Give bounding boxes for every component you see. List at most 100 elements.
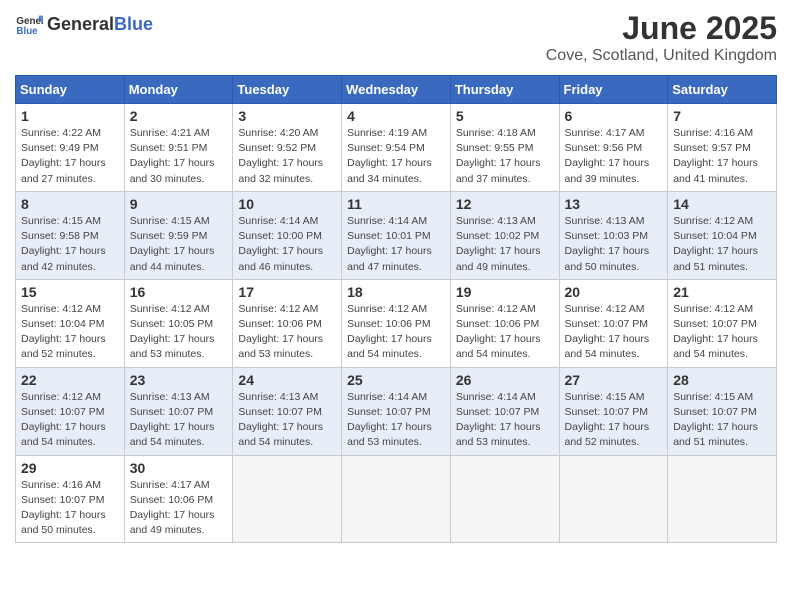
day-info: Sunrise: 4:16 AM Sunset: 9:57 PM Dayligh…	[673, 126, 771, 187]
day-info: Sunrise: 4:13 AM Sunset: 10:07 PM Daylig…	[130, 390, 228, 451]
day-number: 4	[347, 108, 445, 124]
day-info: Sunrise: 4:16 AM Sunset: 10:07 PM Daylig…	[21, 478, 119, 539]
day-number: 13	[565, 196, 663, 212]
day-info: Sunrise: 4:15 AM Sunset: 9:59 PM Dayligh…	[130, 214, 228, 275]
calendar-day-cell: 23 Sunrise: 4:13 AM Sunset: 10:07 PM Dayl…	[124, 367, 233, 455]
calendar-day-cell: 29 Sunrise: 4:16 AM Sunset: 10:07 PM Dayl…	[16, 455, 125, 543]
day-info: Sunrise: 4:15 AM Sunset: 10:07 PM Daylig…	[673, 390, 771, 451]
calendar-day-cell: 18Sunrise: 4:12 AM Sunset: 10:06 PM Dayl…	[342, 279, 451, 367]
day-info: Sunrise: 4:12 AM Sunset: 10:06 PM Daylig…	[347, 302, 445, 363]
day-info: Sunrise: 4:17 AM Sunset: 10:06 PM Daylig…	[130, 478, 228, 539]
calendar-day-cell: 1Sunrise: 4:22 AM Sunset: 9:49 PM Daylig…	[16, 104, 125, 192]
day-number: 28	[673, 372, 771, 388]
calendar-day-cell: 21 Sunrise: 4:12 AM Sunset: 10:07 PM Dayl…	[668, 279, 777, 367]
calendar-day-cell	[559, 455, 668, 543]
day-info: Sunrise: 4:15 AM Sunset: 10:07 PM Daylig…	[565, 390, 663, 451]
day-number: 14	[673, 196, 771, 212]
day-number: 24	[238, 372, 336, 388]
calendar-week-row: 15Sunrise: 4:12 AM Sunset: 10:04 PM Dayl…	[16, 279, 777, 367]
day-number: 6	[565, 108, 663, 124]
calendar-day-cell: 30 Sunrise: 4:17 AM Sunset: 10:06 PM Dayl…	[124, 455, 233, 543]
calendar-day-cell: 12 Sunrise: 4:13 AM Sunset: 10:02 PM Dayl…	[450, 191, 559, 279]
day-number: 12	[456, 196, 554, 212]
calendar-day-cell: 19 Sunrise: 4:12 AM Sunset: 10:06 PM Dayl…	[450, 279, 559, 367]
day-info: Sunrise: 4:19 AM Sunset: 9:54 PM Dayligh…	[347, 126, 445, 187]
day-number: 30	[130, 460, 228, 476]
day-number: 23	[130, 372, 228, 388]
day-info: Sunrise: 4:12 AM Sunset: 10:07 PM Daylig…	[21, 390, 119, 451]
day-number: 27	[565, 372, 663, 388]
day-info: Sunrise: 4:12 AM Sunset: 10:04 PM Daylig…	[21, 302, 119, 363]
day-number: 5	[456, 108, 554, 124]
logo: General Blue GeneralBlue	[15, 10, 153, 38]
weekday-header-friday: Friday	[559, 76, 668, 104]
weekday-header-sunday: Sunday	[16, 76, 125, 104]
day-number: 1	[21, 108, 119, 124]
calendar-day-cell: 10 Sunrise: 4:14 AM Sunset: 10:00 PM Dayl…	[233, 191, 342, 279]
main-title: June 2025	[546, 10, 777, 47]
calendar-day-cell: 5 Sunrise: 4:18 AM Sunset: 9:55 PM Daylig…	[450, 104, 559, 192]
day-info: Sunrise: 4:12 AM Sunset: 10:07 PM Daylig…	[673, 302, 771, 363]
logo-text-blue: Blue	[114, 14, 153, 35]
day-number: 17	[238, 284, 336, 300]
day-info: Sunrise: 4:13 AM Sunset: 10:02 PM Daylig…	[456, 214, 554, 275]
subtitle: Cove, Scotland, United Kingdom	[546, 47, 777, 65]
calendar-day-cell: 2Sunrise: 4:21 AM Sunset: 9:51 PM Daylig…	[124, 104, 233, 192]
calendar-day-cell	[342, 455, 451, 543]
day-number: 19	[456, 284, 554, 300]
calendar-day-cell: 7 Sunrise: 4:16 AM Sunset: 9:57 PM Daylig…	[668, 104, 777, 192]
day-number: 3	[238, 108, 336, 124]
svg-text:Blue: Blue	[16, 26, 38, 37]
day-info: Sunrise: 4:15 AM Sunset: 9:58 PM Dayligh…	[21, 214, 119, 275]
weekday-header-saturday: Saturday	[668, 76, 777, 104]
calendar-week-row: 8 Sunrise: 4:15 AM Sunset: 9:58 PM Daylig…	[16, 191, 777, 279]
day-info: Sunrise: 4:13 AM Sunset: 10:07 PM Daylig…	[238, 390, 336, 451]
calendar-day-cell: 3 Sunrise: 4:20 AM Sunset: 9:52 PM Daylig…	[233, 104, 342, 192]
calendar-day-cell: 27 Sunrise: 4:15 AM Sunset: 10:07 PM Dayl…	[559, 367, 668, 455]
weekday-header-tuesday: Tuesday	[233, 76, 342, 104]
calendar-week-row: 22Sunrise: 4:12 AM Sunset: 10:07 PM Dayl…	[16, 367, 777, 455]
calendar-day-cell	[233, 455, 342, 543]
day-number: 10	[238, 196, 336, 212]
day-info: Sunrise: 4:12 AM Sunset: 10:06 PM Daylig…	[238, 302, 336, 363]
weekday-header-thursday: Thursday	[450, 76, 559, 104]
day-info: Sunrise: 4:14 AM Sunset: 10:01 PM Daylig…	[347, 214, 445, 275]
calendar-day-cell: 8 Sunrise: 4:15 AM Sunset: 9:58 PM Daylig…	[16, 191, 125, 279]
calendar-day-cell: 15Sunrise: 4:12 AM Sunset: 10:04 PM Dayl…	[16, 279, 125, 367]
day-number: 25	[347, 372, 445, 388]
calendar-week-row: 1Sunrise: 4:22 AM Sunset: 9:49 PM Daylig…	[16, 104, 777, 192]
logo-icon: General Blue	[15, 10, 43, 38]
weekday-header-monday: Monday	[124, 76, 233, 104]
day-number: 29	[21, 460, 119, 476]
calendar-day-cell: 14Sunrise: 4:12 AM Sunset: 10:04 PM Dayl…	[668, 191, 777, 279]
day-number: 16	[130, 284, 228, 300]
weekday-header-wednesday: Wednesday	[342, 76, 451, 104]
day-info: Sunrise: 4:14 AM Sunset: 10:07 PM Daylig…	[456, 390, 554, 451]
day-info: Sunrise: 4:14 AM Sunset: 10:07 PM Daylig…	[347, 390, 445, 451]
day-info: Sunrise: 4:18 AM Sunset: 9:55 PM Dayligh…	[456, 126, 554, 187]
day-info: Sunrise: 4:12 AM Sunset: 10:06 PM Daylig…	[456, 302, 554, 363]
weekday-header-row: SundayMondayTuesdayWednesdayThursdayFrid…	[16, 76, 777, 104]
day-number: 8	[21, 196, 119, 212]
day-info: Sunrise: 4:20 AM Sunset: 9:52 PM Dayligh…	[238, 126, 336, 187]
day-info: Sunrise: 4:17 AM Sunset: 9:56 PM Dayligh…	[565, 126, 663, 187]
day-number: 26	[456, 372, 554, 388]
calendar-day-cell: 13Sunrise: 4:13 AM Sunset: 10:03 PM Dayl…	[559, 191, 668, 279]
calendar-day-cell	[668, 455, 777, 543]
day-info: Sunrise: 4:14 AM Sunset: 10:00 PM Daylig…	[238, 214, 336, 275]
day-info: Sunrise: 4:21 AM Sunset: 9:51 PM Dayligh…	[130, 126, 228, 187]
day-number: 7	[673, 108, 771, 124]
day-info: Sunrise: 4:12 AM Sunset: 10:05 PM Daylig…	[130, 302, 228, 363]
day-number: 20	[565, 284, 663, 300]
calendar-day-cell: 4 Sunrise: 4:19 AM Sunset: 9:54 PM Daylig…	[342, 104, 451, 192]
calendar-week-row: 29 Sunrise: 4:16 AM Sunset: 10:07 PM Dayl…	[16, 455, 777, 543]
calendar-day-cell	[450, 455, 559, 543]
calendar-day-cell: 20 Sunrise: 4:12 AM Sunset: 10:07 PM Dayl…	[559, 279, 668, 367]
calendar-day-cell: 28 Sunrise: 4:15 AM Sunset: 10:07 PM Dayl…	[668, 367, 777, 455]
calendar-day-cell: 26 Sunrise: 4:14 AM Sunset: 10:07 PM Dayl…	[450, 367, 559, 455]
day-number: 21	[673, 284, 771, 300]
calendar-day-cell: 16 Sunrise: 4:12 AM Sunset: 10:05 PM Dayl…	[124, 279, 233, 367]
day-number: 9	[130, 196, 228, 212]
day-info: Sunrise: 4:12 AM Sunset: 10:07 PM Daylig…	[565, 302, 663, 363]
logo-text-general: General	[47, 14, 114, 35]
